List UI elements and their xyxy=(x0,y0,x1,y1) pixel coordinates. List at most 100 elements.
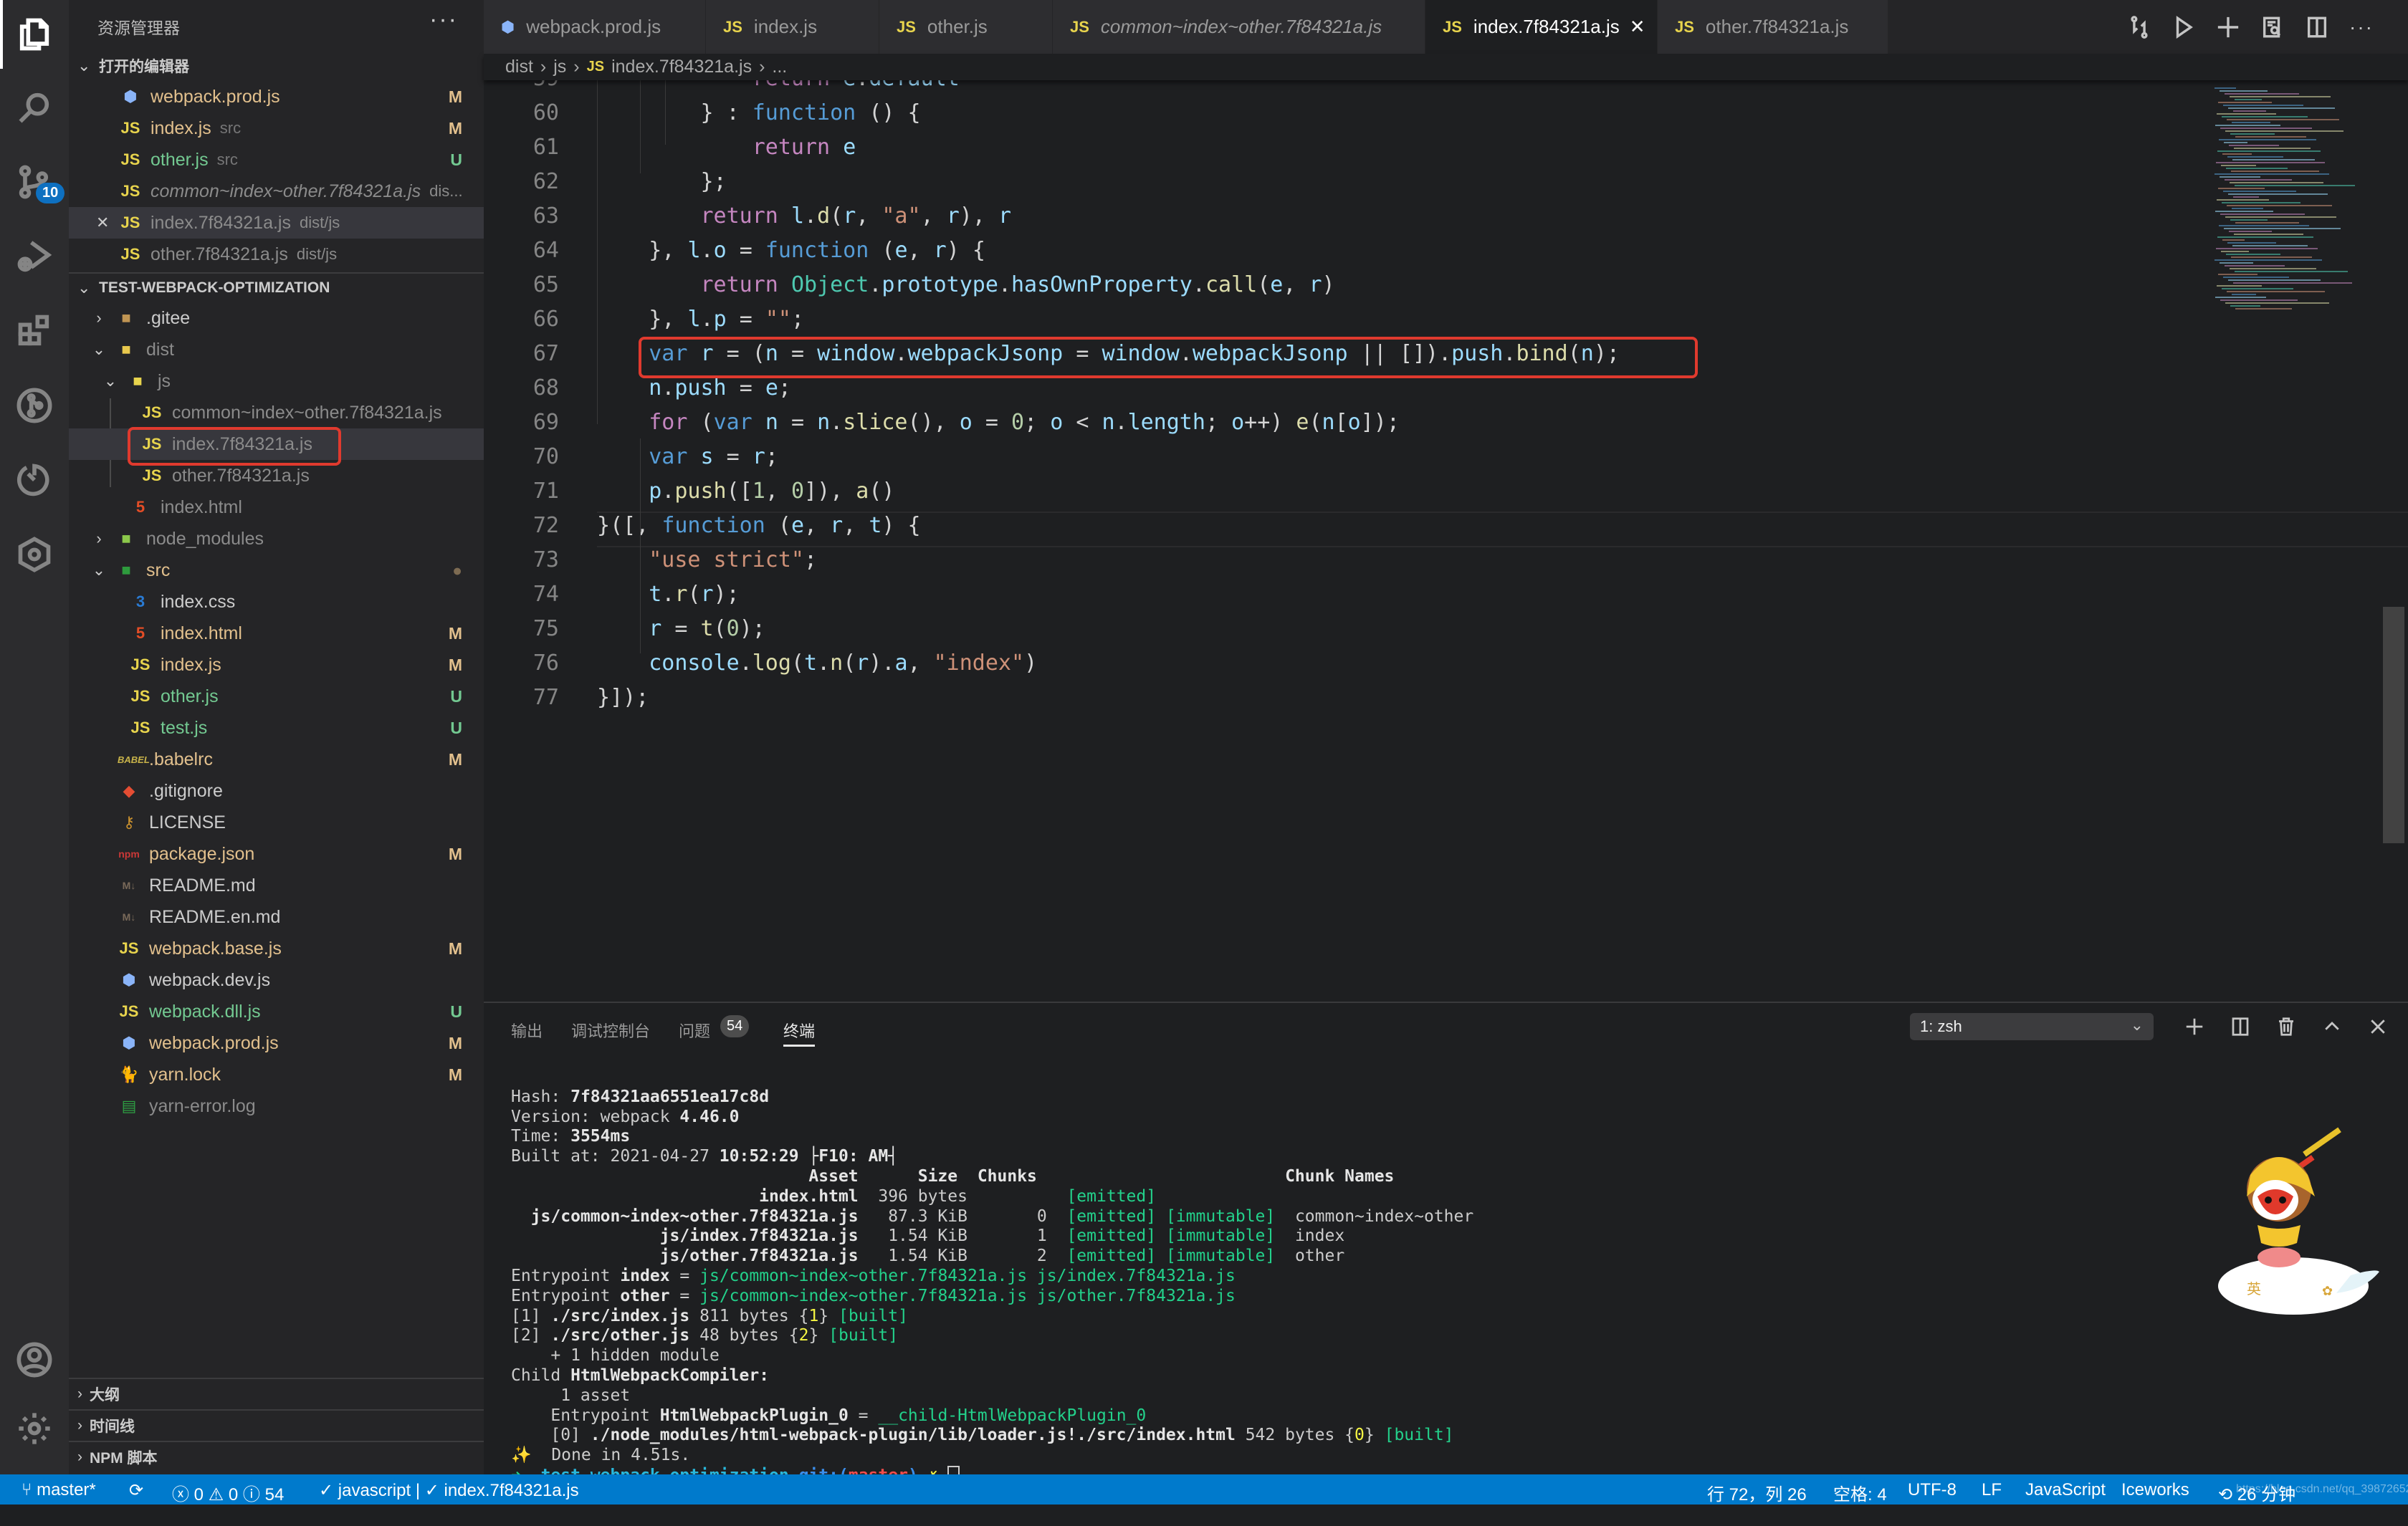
breadcrumb-symbols[interactable]: ... xyxy=(772,57,787,77)
minimap[interactable] xyxy=(2207,80,2386,317)
tree-folder[interactable]: ⌄ ■ src ● xyxy=(69,555,484,586)
tab-other-bundle[interactable]: JS other.7f84321a.js xyxy=(1658,0,1888,54)
minimap-line xyxy=(2232,294,2256,295)
more-actions-button[interactable]: ··· xyxy=(429,6,458,34)
branch-item[interactable]: ⑂ master* xyxy=(22,1480,96,1500)
tree-file[interactable]: JS common~index~other.7f84321a.js xyxy=(69,397,484,428)
maximize-panel-chevron-up-icon[interactable] xyxy=(2320,1014,2344,1039)
terminal-line: [0] ./node_modules/html-webpack-plugin/l… xyxy=(511,1426,1454,1445)
tree-folder[interactable]: › ■ .gitee xyxy=(69,302,484,334)
open-editors-header[interactable]: ⌄ 打开的编辑器 xyxy=(69,52,484,80)
tree-file[interactable]: 5 index.html M xyxy=(69,618,484,649)
account-icon[interactable] xyxy=(0,1325,69,1394)
annotation-highlight-box xyxy=(639,337,1698,378)
outline-section[interactable]: › 大纲 xyxy=(69,1378,484,1409)
eslint-status[interactable]: ✓ javascript | ✓ index.7f84321a.js xyxy=(319,1480,579,1501)
breadcrumb-file[interactable]: index.7f84321a.js xyxy=(611,57,752,77)
tab-common-index-other[interactable]: JS common~index~other.7f84321a.js xyxy=(1053,0,1425,54)
tree-file[interactable]: BABEL .babelrc M xyxy=(69,744,484,775)
terminal-selector[interactable]: 1: zsh ⌄ xyxy=(1910,1013,2154,1040)
tree-folder[interactable]: ⌄ ■ js xyxy=(69,365,484,397)
split-terminal-icon[interactable] xyxy=(2228,1014,2252,1039)
line-number: 74 xyxy=(532,582,559,607)
tree-file[interactable]: ⬢ webpack.prod.js M xyxy=(69,1027,484,1059)
tree-file[interactable]: JS index.js M xyxy=(69,649,484,681)
iceworks-icon[interactable] xyxy=(0,520,69,589)
compare-changes-icon[interactable] xyxy=(2125,13,2154,42)
cursor-position[interactable]: 行 72，列 26 xyxy=(1707,1480,1807,1505)
end-of-line[interactable]: LF xyxy=(1982,1480,2002,1500)
tree-file[interactable]: JS test.js U xyxy=(69,712,484,744)
git-graph-icon[interactable] xyxy=(0,371,69,440)
minimap-line xyxy=(2222,116,2308,117)
minimap-line xyxy=(2222,288,2293,289)
timeline-section[interactable]: › 时间线 xyxy=(69,1409,484,1441)
close-icon[interactable]: ✕ xyxy=(96,213,119,232)
tab-index-js[interactable]: JS index.js xyxy=(706,0,879,54)
run-icon[interactable] xyxy=(2169,13,2198,42)
minimap-line xyxy=(2232,245,2308,246)
split-editor-icon[interactable] xyxy=(2303,13,2331,42)
open-editor-item[interactable]: JS other.js src U xyxy=(69,144,484,176)
open-editor-item-active[interactable]: ✕ JS index.7f84321a.js dist/js xyxy=(69,207,484,239)
tab-other-js[interactable]: JS other.js xyxy=(879,0,1053,54)
open-preview-icon[interactable] xyxy=(2258,13,2287,42)
tree-file[interactable]: JS webpack.dll.js U xyxy=(69,996,484,1027)
npm-scripts-section[interactable]: › NPM 脚本 xyxy=(69,1441,484,1472)
language-mode[interactable]: JavaScript xyxy=(2025,1480,2106,1500)
kill-terminal-trash-icon[interactable] xyxy=(2274,1014,2298,1039)
problems-summary[interactable]: ⓧ 0 ⚠ 0 ⓘ 54 xyxy=(172,1480,284,1505)
tree-file[interactable]: JS other.7f84321a.js xyxy=(69,460,484,491)
project-header[interactable]: ⌄ TEST-WEBPACK-OPTIMIZATION xyxy=(69,272,484,302)
tab-index-bundle-active[interactable]: JS index.7f84321a.js ✕ xyxy=(1425,0,1658,54)
tree-file[interactable]: 5 index.html xyxy=(69,491,484,523)
tree-file[interactable]: ◆ .gitignore xyxy=(69,775,484,807)
more-actions-icon[interactable]: ··· xyxy=(2347,13,2376,42)
tab-problems[interactable]: 问题 xyxy=(679,1019,710,1042)
tab-webpack-prod[interactable]: ⬢ webpack.prod.js xyxy=(484,0,706,54)
encoding[interactable]: UTF-8 xyxy=(1908,1480,1956,1500)
open-editor-item[interactable]: JS other.7f84321a.js dist/js xyxy=(69,239,484,270)
tree-file[interactable]: ▤ yarn-error.log xyxy=(69,1090,484,1122)
code-line: }, l.p = ""; xyxy=(649,307,804,332)
open-editor-item[interactable]: JS index.js src M xyxy=(69,112,484,144)
tab-output[interactable]: 输出 xyxy=(511,1019,543,1042)
js-file-icon: JS xyxy=(130,719,150,736)
tree-folder[interactable]: ⌄ ■ dist xyxy=(69,334,484,365)
js-file-icon: JS xyxy=(119,939,139,957)
open-editor-item[interactable]: ⬢ webpack.prod.js M xyxy=(69,81,484,112)
minimap-line xyxy=(2221,165,2256,166)
iceworks-item[interactable]: Iceworks xyxy=(2121,1480,2189,1500)
tab-debug-console[interactable]: 调试控制台 xyxy=(571,1019,650,1042)
new-terminal-icon[interactable] xyxy=(2182,1014,2207,1039)
indentation[interactable]: 空格: 4 xyxy=(1833,1480,1887,1505)
explorer-icon[interactable] xyxy=(0,0,69,69)
terminal-output[interactable]: Hash: 7f84321aa6551ea17c8d Version: webpa… xyxy=(511,1067,1473,1526)
sync-icon[interactable]: ⟳ xyxy=(129,1480,143,1501)
search-icon[interactable] xyxy=(0,73,69,142)
breadcrumb-js[interactable]: js xyxy=(553,57,566,77)
tree-file[interactable]: ⬢ webpack.dev.js xyxy=(69,964,484,996)
code-editor[interactable]: 59 return e.default 60 } : function () {6… xyxy=(484,80,2408,1001)
settings-gear-icon[interactable] xyxy=(0,1394,69,1463)
tree-file[interactable]: ⚷ LICENSE xyxy=(69,807,484,838)
close-tab-icon[interactable]: ✕ xyxy=(1630,16,1645,38)
timeline-icon[interactable] xyxy=(0,446,69,514)
tree-file[interactable]: 🐈 yarn.lock M xyxy=(69,1059,484,1090)
source-control-icon[interactable] xyxy=(0,148,69,216)
tree-file[interactable]: JS other.js U xyxy=(69,681,484,712)
editor-scrollbar[interactable] xyxy=(2383,607,2404,843)
close-panel-icon[interactable] xyxy=(2366,1014,2390,1039)
tree-file[interactable]: M↓ README.md xyxy=(69,870,484,901)
extensions-icon[interactable] xyxy=(0,297,69,365)
tree-file[interactable]: npm package.json M xyxy=(69,838,484,870)
tree-file[interactable]: JS webpack.base.js M xyxy=(69,933,484,964)
run-debug-icon[interactable] xyxy=(0,222,69,291)
open-editor-item[interactable]: JS common~index~other.7f84321a.js dis... xyxy=(69,176,484,207)
tree-file[interactable]: 3 index.css xyxy=(69,586,484,618)
tree-file[interactable]: M↓ README.en.md xyxy=(69,901,484,933)
add-icon[interactable] xyxy=(2214,13,2242,42)
tab-terminal[interactable]: 终端 xyxy=(783,1019,815,1042)
tree-folder[interactable]: › ■ node_modules xyxy=(69,523,484,555)
breadcrumb-dist[interactable]: dist xyxy=(505,57,533,77)
